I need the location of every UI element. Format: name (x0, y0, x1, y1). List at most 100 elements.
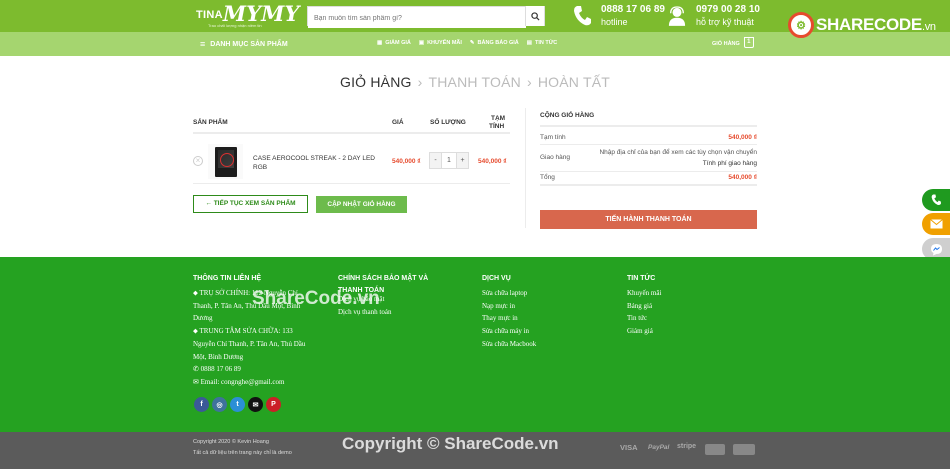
float-call-button[interactable] (922, 189, 950, 211)
footer-link[interactable]: Nạp mực in (482, 300, 612, 313)
tag-icon: ▦ (377, 40, 383, 46)
product-thumbnail[interactable] (208, 144, 243, 179)
logo-text-mymy: MYMY (222, 1, 300, 26)
visa-icon: VISA (620, 443, 638, 452)
footer-link[interactable]: Bảng giá (627, 300, 757, 313)
footer-address-line: ⬥ TRUNG TÂM SỬA CHỮA: 133 (193, 327, 293, 336)
cart-bag-icon: 1 (743, 37, 754, 48)
mail-icon: ✉ (193, 377, 201, 386)
footer-link[interactable]: Khuyến mãi (627, 287, 757, 300)
table-row: × CASE AEROCOOL STREAK - 2 DAY LED RGB 5… (193, 138, 510, 184)
cart-count: 1 (747, 39, 751, 45)
footer-address-line: Dương (193, 314, 213, 323)
sharecode-tld: .vn (921, 21, 936, 33)
support-icon (668, 6, 686, 26)
instagram-icon[interactable]: ◎ (212, 397, 227, 412)
col-price: GIÁ (392, 119, 404, 126)
footer-news-title: TIN TỨC (627, 275, 656, 282)
support-contact[interactable]: 0979 00 28 10 hỗ trợ kỹ thuật (668, 4, 760, 28)
footer-email[interactable]: ✉ Email: congnghe@gmail.com (193, 376, 333, 389)
product-price: 540,000 ₫ (392, 158, 421, 165)
step-cart[interactable]: GIỎ HÀNG (340, 74, 412, 90)
paypal-icon: PayPal (648, 444, 670, 451)
support-label: hỗ trợ kỹ thuật (696, 17, 754, 27)
sharecode-watermark: ShareCode.vn (252, 288, 380, 309)
twitter-icon[interactable]: t (230, 397, 245, 412)
qty-input[interactable]: 1 (441, 153, 457, 168)
copyright-watermark: Copyright © ShareCode.vn (342, 434, 559, 453)
footer-contact-title: THÔNG TIN LIÊN HỆ (193, 275, 262, 282)
remove-item-icon[interactable]: × (193, 156, 203, 166)
category-menu-label: DANH MỤC SẢN PHẨM (210, 40, 288, 48)
totals-shipping-row: Giao hàng Nhập địa chỉ của bạn để xem cá… (540, 145, 757, 172)
subtotal-label: Tạm tính (540, 134, 566, 141)
nav-link-pricelist[interactable]: ✎ BẢNG BÁO GIÁ (470, 40, 519, 46)
footer-link[interactable]: Sửa chữa Macbook (482, 338, 612, 351)
email-icon[interactable]: ✉ (248, 397, 263, 412)
hotline-label: hotline (601, 17, 628, 27)
hotline-number: 0888 17 06 89 (601, 4, 665, 15)
shipping-calc-link[interactable]: Tính phí giao hàng (703, 160, 757, 167)
footer-services-title: DỊCH VỤ (482, 275, 511, 282)
float-email-button[interactable] (922, 213, 950, 235)
demo-note: Tất cả dữ liệu trên trang này chỉ là dem… (193, 450, 292, 456)
facebook-icon[interactable]: f (194, 397, 209, 412)
qty-increase-button[interactable]: + (457, 153, 468, 168)
nav-link-label: BẢNG BÁO GIÁ (477, 40, 519, 46)
logo-text-tina: TINA (196, 9, 223, 21)
total-label: Tổng (540, 174, 555, 181)
nav-link-promotion[interactable]: ▣ KHUYẾN MÃI (419, 40, 462, 46)
update-cart-button[interactable]: CẬP NHẬT GIỎ HÀNG (316, 196, 407, 213)
footer-link[interactable]: Thay mực in (482, 312, 612, 325)
mail-icon (929, 219, 943, 229)
pinterest-icon[interactable]: P (266, 397, 281, 412)
site-logo[interactable]: TINA MYMY Trao chất lượng nhận niềm tin (196, 3, 299, 29)
nav-link-news[interactable]: ▤ TIN TỨC (527, 40, 558, 46)
footer-link[interactable]: Sửa chữa máy in (482, 325, 612, 338)
footer-phone[interactable]: ✆ 0888 17 06 89 (193, 363, 333, 376)
footer-link[interactable]: Tin tức (627, 312, 757, 325)
search-button[interactable] (525, 6, 544, 26)
col-subtotal-line2: TÍNH (489, 123, 505, 130)
footer-address-line: Một, Bình Dương (193, 352, 244, 361)
phone-icon (931, 194, 941, 206)
subtotal-value: 540,000 ₫ (728, 134, 757, 141)
cart-totals-title: CỘNG GIỎ HÀNG (540, 112, 757, 127)
footer-policy-title: CHÍNH SÁCH BẢO MẬT VÀ (338, 275, 429, 282)
support-number: 0979 00 28 10 (696, 4, 760, 15)
shipping-label: Giao hàng (540, 154, 570, 161)
search-input[interactable] (308, 9, 526, 28)
cart-button[interactable]: GIỎ HÀNG 1 (712, 37, 754, 48)
sharecode-gear-icon: ⚙ (788, 12, 814, 38)
menu-icon: ≡ (200, 39, 206, 49)
continue-shopping-button[interactable]: ← TIẾP TỤC XEM SẢN PHẨM (193, 195, 308, 213)
product-subtotal: 540,000 ₫ (478, 158, 507, 165)
category-menu-button[interactable]: ≡ DANH MỤC SẢN PHẨM (200, 39, 288, 49)
step-chevron-icon: › (526, 74, 532, 90)
footer-address-line: Nguyễn Chí Thanh, P. Tân An, Thủ Dầu (193, 339, 306, 348)
footer-services: DỊCH VỤ Sửa chữa laptop Nạp mực in Thay … (482, 273, 612, 351)
messenger-icon (930, 243, 942, 255)
nav-link-label: GIẢM GIÁ (385, 40, 411, 46)
card-icon (733, 444, 755, 455)
phone-icon: ✆ (193, 365, 201, 374)
phone-icon (574, 6, 591, 26)
qty-decrease-button[interactable]: - (430, 153, 441, 168)
step-done: HOÀN TẤT (537, 74, 610, 90)
totals-subtotal-row: Tạm tính 540,000 ₫ (540, 127, 757, 145)
step-checkout[interactable]: THANH TOÁN (428, 74, 521, 90)
col-qty: SỐ LƯỢNG (430, 119, 466, 126)
footer-link[interactable]: Sửa chữa laptop (482, 287, 612, 300)
sharecode-brand: SHARECODE (816, 15, 922, 34)
pencil-icon: ✎ (469, 40, 475, 46)
shipping-note: Nhập địa chỉ của bạn để xem các tùy chọn… (599, 149, 757, 156)
col-subtotal-line1: TẠM (491, 115, 506, 122)
nav-link-discount[interactable]: ▦ GIẢM GIÁ (377, 40, 411, 46)
nav-link-label: KHUYẾN MÃI (427, 40, 462, 46)
hotline-contact[interactable]: 0888 17 06 89 hotline (573, 4, 665, 28)
product-name[interactable]: CASE AEROCOOL STREAK - 2 DAY LED RGB (253, 154, 383, 172)
step-chevron-icon: › (417, 74, 423, 90)
sharecode-logo: ⚙ SHARECODE.vn (788, 12, 936, 38)
checkout-button[interactable]: TIẾN HÀNH THANH TOÁN (540, 210, 757, 229)
footer-link[interactable]: Giảm giá (627, 325, 757, 338)
